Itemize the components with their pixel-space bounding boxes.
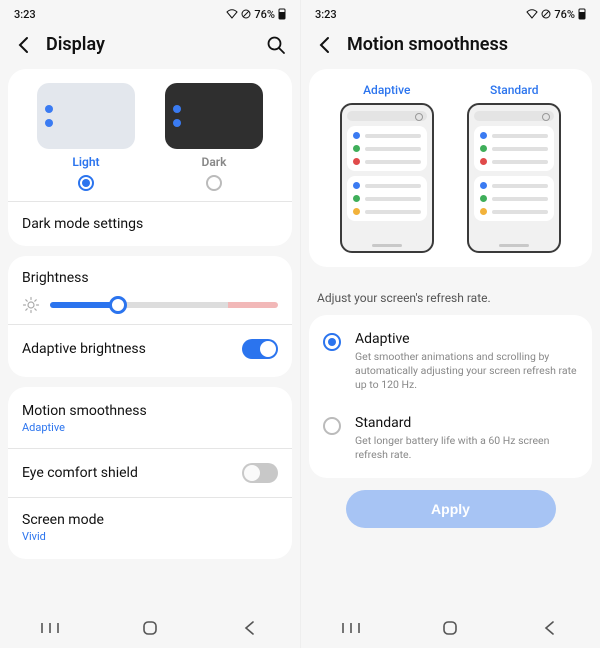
motion-smoothness-value: Adaptive xyxy=(22,421,147,434)
screen-mode-label: Screen mode xyxy=(22,512,104,528)
option-adaptive-sub: Get smoother animations and scrolling by… xyxy=(355,350,578,393)
radio-adaptive[interactable] xyxy=(323,333,341,351)
preview-standard-label: Standard xyxy=(490,83,539,97)
theme-option-dark[interactable]: Dark xyxy=(165,83,263,191)
option-standard-sub: Get longer battery life with a 60 Hz scr… xyxy=(355,434,578,462)
page-title: Display xyxy=(46,34,254,55)
status-bar: 3:23 76% xyxy=(0,0,300,24)
theme-preview-light xyxy=(37,83,135,149)
theme-label-light: Light xyxy=(72,155,99,169)
preview-card: Adaptive xyxy=(309,69,592,267)
phone-preview-adaptive xyxy=(340,103,434,253)
nav-recents-icon[interactable] xyxy=(340,617,362,639)
wifi-icon xyxy=(226,9,238,19)
wifi-icon xyxy=(526,9,538,19)
status-time: 3:23 xyxy=(315,8,337,21)
brightness-icon xyxy=(22,296,40,314)
refresh-rate-description: Adjust your screen's refresh rate. xyxy=(309,277,592,315)
adaptive-brightness-row[interactable]: Adaptive brightness xyxy=(22,335,278,363)
screen-mode-value: Vivid xyxy=(22,530,104,543)
nav-back-icon[interactable] xyxy=(239,617,261,639)
status-right: 76% xyxy=(526,8,586,21)
radio-light[interactable] xyxy=(78,175,94,191)
header: Motion smoothness xyxy=(301,24,600,69)
search-icon[interactable] xyxy=(266,35,286,55)
preview-adaptive: Adaptive xyxy=(340,83,434,253)
screen-motion-smoothness: 3:23 76% Motion smoothness Adaptive xyxy=(300,0,600,648)
radio-dark[interactable] xyxy=(206,175,222,191)
brightness-slider[interactable] xyxy=(50,298,278,312)
page-title: Motion smoothness xyxy=(347,34,586,55)
brightness-label: Brightness xyxy=(22,270,278,286)
nav-bar xyxy=(0,608,300,648)
eye-comfort-toggle[interactable] xyxy=(242,463,278,483)
dark-mode-settings-link[interactable]: Dark mode settings xyxy=(22,212,278,232)
nav-bar xyxy=(301,608,600,648)
brightness-card: Brightness Adaptive brightness xyxy=(8,256,292,377)
theme-preview-dark xyxy=(165,83,263,149)
nav-home-icon[interactable] xyxy=(139,617,161,639)
option-standard[interactable]: Standard Get longer battery life with a … xyxy=(323,415,578,462)
option-adaptive-title: Adaptive xyxy=(355,331,578,347)
preview-adaptive-label: Adaptive xyxy=(363,83,410,97)
more-display-card: Motion smoothness Adaptive Eye comfort s… xyxy=(8,387,292,559)
eye-comfort-row[interactable]: Eye comfort shield xyxy=(22,459,278,487)
nav-home-icon[interactable] xyxy=(439,617,461,639)
status-bar: 3:23 76% xyxy=(301,0,600,24)
theme-label-dark: Dark xyxy=(202,155,227,169)
back-icon[interactable] xyxy=(315,35,335,55)
theme-option-light[interactable]: Light xyxy=(37,83,135,191)
battery-pct: 76% xyxy=(254,8,275,21)
status-right: 76% xyxy=(226,8,286,21)
theme-card: Light Dark Dark mode settings xyxy=(8,69,292,246)
motion-smoothness-link[interactable]: Motion smoothness Adaptive xyxy=(22,399,278,438)
battery-pct: 76% xyxy=(554,8,575,21)
screen-display: 3:23 76% Display xyxy=(0,0,300,648)
no-sim-icon xyxy=(241,9,251,19)
adaptive-brightness-toggle[interactable] xyxy=(242,339,278,359)
option-standard-title: Standard xyxy=(355,415,578,431)
no-sim-icon xyxy=(541,9,551,19)
battery-icon xyxy=(578,8,586,20)
battery-icon xyxy=(278,8,286,20)
motion-smoothness-label: Motion smoothness xyxy=(22,403,147,419)
option-adaptive[interactable]: Adaptive Get smoother animations and scr… xyxy=(323,331,578,393)
status-time: 3:23 xyxy=(14,8,36,21)
refresh-rate-options: Adaptive Get smoother animations and scr… xyxy=(309,315,592,478)
screen-mode-link[interactable]: Screen mode Vivid xyxy=(22,508,278,547)
eye-comfort-label: Eye comfort shield xyxy=(22,465,138,481)
adaptive-brightness-label: Adaptive brightness xyxy=(22,341,146,357)
header: Display xyxy=(0,24,300,69)
phone-preview-standard xyxy=(467,103,561,253)
nav-back-icon[interactable] xyxy=(539,617,561,639)
preview-standard: Standard xyxy=(467,83,561,253)
apply-button[interactable]: Apply xyxy=(346,490,556,528)
nav-recents-icon[interactable] xyxy=(39,617,61,639)
radio-standard[interactable] xyxy=(323,417,341,435)
back-icon[interactable] xyxy=(14,35,34,55)
